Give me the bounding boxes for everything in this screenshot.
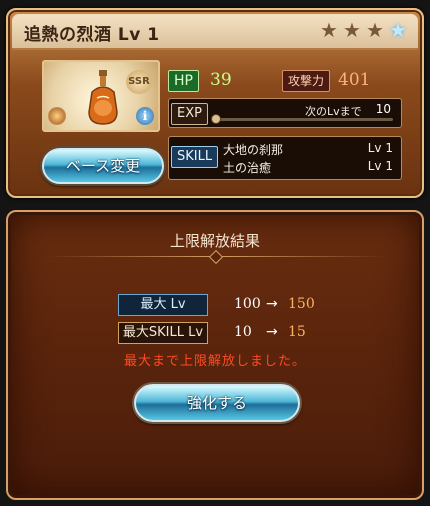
max-level-old: 100 [234, 296, 261, 312]
element-icon [48, 107, 66, 125]
skill-label: SKILL [171, 146, 219, 168]
exp-next-value: 10 [375, 102, 391, 116]
liquor-bottle-icon [88, 70, 118, 125]
exp-label: EXP [171, 103, 208, 125]
info-icon[interactable]: i [136, 107, 154, 125]
limit-break-result-panel: 上限解放結果 最大 Lv 100 → 150 最大SKILL Lv 10 → 1… [6, 210, 424, 500]
arrow-icon: → [266, 324, 278, 340]
star-icon: ★ [343, 18, 361, 42]
card-header: 追熱の烈酒 Lv 1 ★ ★ ★ ★ [12, 14, 418, 50]
hp-value: 39 [210, 70, 232, 90]
panel-title: 上限解放結果 [169, 232, 260, 250]
star-icon: ★ [320, 18, 338, 42]
skill-name: 大地の刹那 [223, 143, 284, 157]
exp-next-label: 次のLvまで [305, 105, 362, 118]
attack-label: 攻撃力 [282, 70, 331, 92]
star-icon: ★ [366, 18, 384, 42]
max-skill-level-old: 10 [234, 324, 252, 340]
character-title: 追熱の烈酒 Lv 1 [24, 25, 160, 45]
max-level-new: 150 [288, 296, 315, 312]
hp-label: HP [168, 70, 199, 92]
skill-level: Lv 1 [367, 159, 393, 173]
character-card: 追熱の烈酒 Lv 1 ★ ★ ★ ★ SSR i ベース変更 HP 39 攻撃力… [6, 8, 424, 198]
exp-progress-bar [213, 118, 393, 121]
exp-bar-knob [211, 114, 221, 124]
star-lit-icon: ★ [389, 18, 407, 42]
skill-name: 土の治癒 [223, 161, 272, 175]
attack-value: 401 [338, 70, 371, 90]
skill-level: Lv 1 [367, 141, 393, 155]
enhance-button[interactable]: 強化する [134, 384, 300, 422]
base-change-button[interactable]: ベース変更 [42, 148, 164, 184]
skill-box: SKILL 大地の刹那 Lv 1 土の治癒 Lv 1 [168, 136, 402, 180]
result-message: 最大まで上限解放しました。 [123, 354, 306, 369]
max-skill-level-label: 最大SKILL Lv [118, 322, 208, 344]
arrow-icon: → [266, 296, 278, 312]
exp-box: EXP 次のLvまで 10 [168, 98, 402, 128]
stat-row: HP 39 攻撃力 401 [168, 68, 402, 94]
character-portrait[interactable]: SSR i [42, 60, 160, 132]
ssr-badge: SSR [126, 70, 152, 94]
max-skill-level-new: 15 [288, 324, 306, 340]
divider-ornament-icon [208, 249, 224, 265]
max-level-label: 最大 Lv [118, 294, 208, 316]
rarity-stars: ★ ★ ★ ★ [319, 20, 408, 40]
